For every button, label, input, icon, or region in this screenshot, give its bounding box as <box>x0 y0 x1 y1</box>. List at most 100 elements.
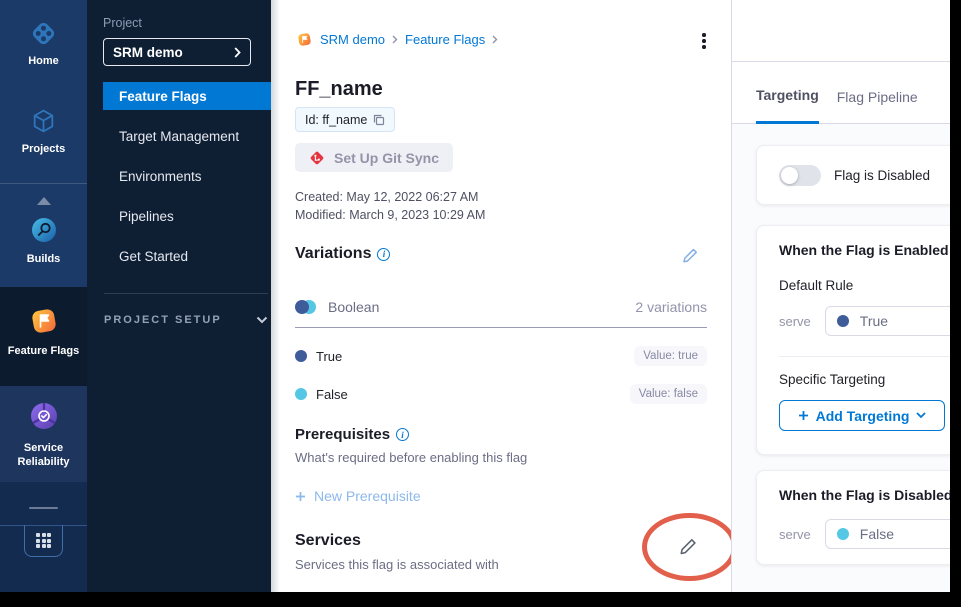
variation-count: 2 variations <box>635 299 707 315</box>
new-prerequisite-label: New Prerequisite <box>314 488 421 504</box>
rail-item-home[interactable]: Home <box>0 20 87 68</box>
plus-icon <box>295 491 306 502</box>
targeting-panel-header <box>732 0 950 62</box>
rail-collapse-arrow[interactable] <box>0 197 87 205</box>
rail-item-label: Home <box>28 54 59 68</box>
flag-enabled-toggle[interactable] <box>779 165 821 186</box>
flag-state-label: Flag is Disabled <box>834 168 930 183</box>
project-selector[interactable]: SRM demo <box>103 38 251 66</box>
targeting-panel: Targeting Flag Pipeline Flag is Disabled… <box>731 0 950 592</box>
feature-flags-icon <box>296 31 313 48</box>
rail-item-label: Projects <box>22 142 65 156</box>
project-setup-section[interactable]: PROJECT SETUP <box>104 314 268 326</box>
sidebar-item-feature-flags[interactable]: Feature Flags <box>103 82 271 110</box>
kebab-icon <box>702 33 706 37</box>
chevron-down-icon <box>256 316 268 324</box>
builds-icon <box>29 215 59 245</box>
boolean-type-icon <box>295 300 316 314</box>
app-window: Home Projects Builds <box>0 0 950 592</box>
project-setup-label: PROJECT SETUP <box>104 314 222 326</box>
flag-title: FF_name <box>295 78 383 101</box>
sidebar-item-get-started[interactable]: Get Started <box>87 242 271 270</box>
enabled-card-title: When the Flag is Enabled <box>779 242 950 258</box>
grid-icon <box>36 533 51 548</box>
sidebar-item-label: Get Started <box>119 249 188 264</box>
module-grid-button[interactable] <box>24 525 63 557</box>
rail-item-label: Feature Flags <box>8 344 80 358</box>
sidebar-item-label: Target Management <box>119 129 239 144</box>
serve-variation-select[interactable]: False <box>825 519 950 549</box>
chevron-right-icon <box>492 35 498 44</box>
rail-divider <box>0 183 87 184</box>
variation-row-false: False Value: false <box>295 384 707 404</box>
rail-item-label: Service Reliability <box>13 441 75 469</box>
modified-timestamp: Modified: March 9, 2023 10:29 AM <box>295 206 485 224</box>
info-icon[interactable]: i <box>396 428 409 441</box>
variations-section: Variations i Boolean 2 variations <box>295 245 707 404</box>
flag-options-menu-button[interactable] <box>695 30 713 52</box>
variation-color-dot <box>295 388 307 400</box>
variation-type-label: Boolean <box>328 299 379 315</box>
chevron-down-icon <box>916 412 926 419</box>
sidebar-item-environments[interactable]: Environments <box>87 162 271 190</box>
divider <box>779 356 950 357</box>
breadcrumb-project-link[interactable]: SRM demo <box>320 32 385 47</box>
collapse-up-icon <box>37 197 51 205</box>
variation-value-badge: Value: false <box>630 384 707 404</box>
variation-value-badge: Value: true <box>634 346 707 366</box>
services-section: Services Services this flag is associate… <box>295 532 499 572</box>
new-prerequisite-button[interactable]: New Prerequisite <box>295 488 421 504</box>
breadcrumb-section-link[interactable]: Feature Flags <box>405 32 485 47</box>
sidebar-item-target-management[interactable]: Target Management <box>87 122 271 150</box>
targeting-tabs: Targeting Flag Pipeline <box>732 62 950 124</box>
set-up-git-sync-button[interactable]: Set Up Git Sync <box>295 143 453 172</box>
sidebar-item-label: Environments <box>119 169 202 184</box>
chevron-right-icon <box>234 47 241 58</box>
serve-variation-value: True <box>860 313 888 329</box>
divider <box>295 327 707 328</box>
rail-bottom-section <box>0 482 87 592</box>
git-icon <box>309 150 325 166</box>
disabled-card-title: When the Flag is Disabled <box>779 487 950 503</box>
sidebar-item-label: Pipelines <box>119 209 174 224</box>
tab-targeting[interactable]: Targeting <box>756 87 819 124</box>
edit-services-pencil-icon[interactable] <box>679 537 698 556</box>
module-rail: Home Projects Builds <box>0 0 87 592</box>
services-title: Services <box>295 532 361 550</box>
specific-targeting-label: Specific Targeting <box>779 372 950 387</box>
plus-icon <box>798 410 809 421</box>
variation-name: False <box>316 387 348 402</box>
edit-variations-pencil-icon[interactable] <box>682 247 699 264</box>
info-icon[interactable]: i <box>377 248 390 261</box>
rail-item-label: Builds <box>27 252 61 266</box>
toggle-knob <box>781 167 798 184</box>
variation-row-true: True Value: true <box>295 346 707 366</box>
rail-item-service-reliability[interactable]: Service Reliability <box>0 386 87 482</box>
copy-icon[interactable] <box>373 114 385 126</box>
serve-label: serve <box>779 527 811 542</box>
rail-item-feature-flags-active[interactable]: Feature Flags <box>0 287 87 386</box>
tab-flag-pipeline[interactable]: Flag Pipeline <box>837 89 918 123</box>
variation-type-row: Boolean 2 variations <box>295 299 707 315</box>
sidebar-divider <box>104 293 268 294</box>
services-subtitle: Services this flag is associated with <box>295 557 499 572</box>
disabled-serve-row: serve False <box>779 519 950 549</box>
flag-disabled-card: When the Flag is Disabled serve False <box>756 470 950 565</box>
sidebar-item-label: Feature Flags <box>119 89 207 104</box>
rail-item-builds[interactable]: Builds <box>0 215 87 266</box>
serve-label: serve <box>779 314 811 329</box>
flag-id-chip: Id: ff_name <box>295 107 395 132</box>
chevron-right-icon <box>392 35 398 44</box>
flag-state-card: Flag is Disabled <box>756 145 950 205</box>
prerequisites-subtitle: What's required before enabling this fla… <box>295 450 527 465</box>
serve-variation-value: False <box>860 526 894 542</box>
add-targeting-button[interactable]: Add Targeting <box>779 400 945 431</box>
default-rule-label: Default Rule <box>779 278 950 293</box>
project-name: SRM demo <box>113 45 183 60</box>
serve-variation-select[interactable]: True <box>825 306 950 336</box>
variation-name: True <box>316 349 342 364</box>
flag-id-text: Id: ff_name <box>305 113 367 127</box>
created-timestamp: Created: May 12, 2022 06:27 AM <box>295 188 485 206</box>
rail-item-projects[interactable]: Projects <box>0 108 87 156</box>
sidebar-item-pipelines[interactable]: Pipelines <box>87 202 271 230</box>
